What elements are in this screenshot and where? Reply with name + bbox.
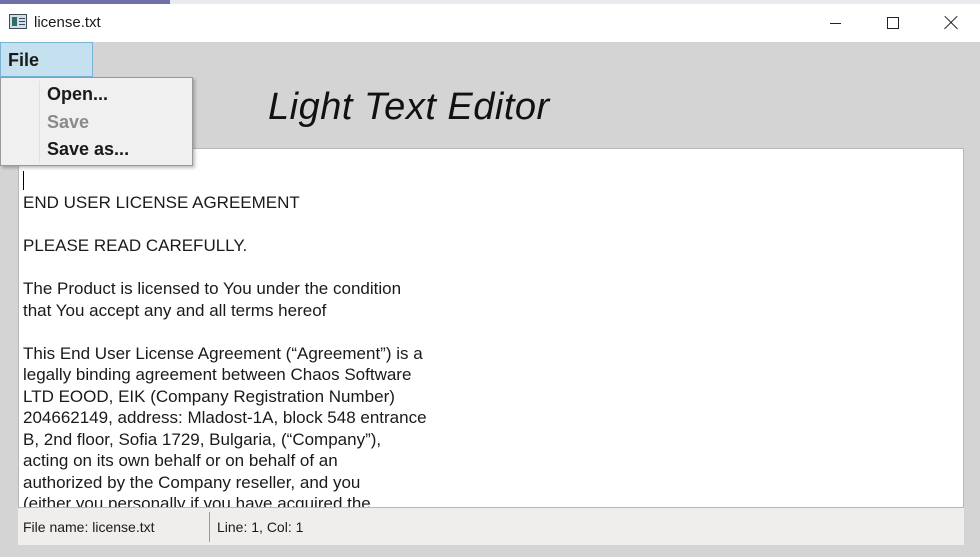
menu-gutter bbox=[39, 81, 40, 163]
status-cursor-position: Line: 1, Col: 1 bbox=[217, 519, 304, 535]
paragraph: The Product is licensed to You under the… bbox=[23, 279, 402, 320]
close-icon bbox=[944, 16, 958, 30]
notepad-icon bbox=[9, 14, 27, 29]
paragraph: PLEASE READ CAREFULLY. bbox=[23, 236, 248, 255]
menu-item-save: Save bbox=[47, 112, 90, 132]
minimize-icon bbox=[829, 22, 841, 24]
minimize-button[interactable] bbox=[806, 4, 864, 42]
close-button[interactable] bbox=[922, 4, 980, 42]
paragraph: END USER LICENSE AGREEMENT bbox=[23, 193, 300, 212]
menu-item-save-as[interactable]: Save as... bbox=[47, 139, 129, 160]
status-bar: File name: license.txt Line: 1, Col: 1 bbox=[18, 508, 964, 545]
maximize-button[interactable] bbox=[864, 4, 922, 42]
status-divider bbox=[209, 512, 210, 542]
file-menu-dropdown: Open... Save Save as... bbox=[0, 77, 193, 166]
file-menu[interactable]: File bbox=[0, 42, 93, 77]
paragraph: This End User License Agreement (“Agreem… bbox=[23, 343, 427, 508]
title-bar[interactable]: license.txt bbox=[0, 4, 980, 42]
app-heading: Light Text Editor bbox=[268, 86, 550, 128]
window-title: license.txt bbox=[34, 14, 101, 31]
maximize-icon bbox=[887, 17, 899, 29]
document-text: END USER LICENSE AGREEMENT PLEASE READ C… bbox=[23, 192, 543, 508]
status-file-name: File name: license.txt bbox=[23, 519, 155, 535]
menu-item-open[interactable]: Open... bbox=[47, 84, 108, 105]
text-editor[interactable]: END USER LICENSE AGREEMENT PLEASE READ C… bbox=[18, 148, 964, 508]
text-caret bbox=[23, 171, 24, 190]
